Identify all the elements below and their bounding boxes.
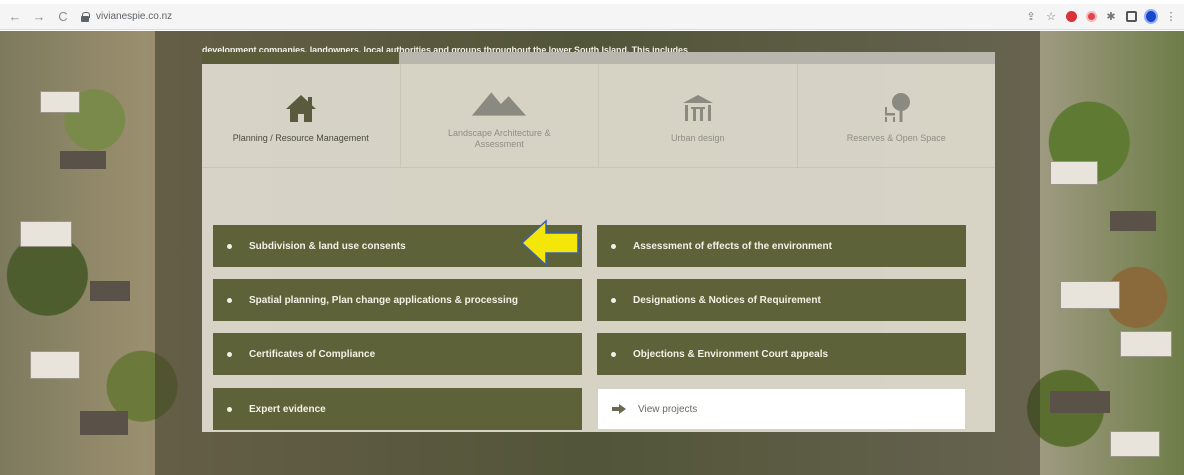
service-label: Expert evidence [249,403,326,415]
view-projects-label: View projects [638,403,698,415]
bullet-icon [611,297,616,303]
share-icon[interactable]: ⇪ [1024,10,1038,24]
reload-button[interactable]: C [54,8,72,26]
back-button[interactable]: ← [6,8,24,26]
browser-toolbar: ← → C vivianespie.co.nz ⇪ ☆ ✱ ⋮ [0,4,1184,30]
service-label: Assessment of effects of the environment [633,240,832,252]
service-item-assessment[interactable]: Assessment of effects of the environment [597,225,966,267]
address-bar[interactable]: vivianespie.co.nz [80,7,172,27]
forward-button[interactable]: → [30,8,48,26]
service-item-designations[interactable]: Designations & Notices of Requirement [597,279,966,321]
arrow-right-icon [612,404,626,414]
toolbar-icons: ⇪ ☆ ✱ ⋮ [1024,9,1184,24]
bg-roof [80,411,128,435]
tab-urban-design[interactable]: Urban design [599,64,798,167]
bg-roof [60,151,106,169]
service-item-objections[interactable]: Objections & Environment Court appeals [597,333,966,375]
profile-avatar[interactable] [1144,9,1158,24]
tab-label: Planning / Resource Management [232,133,369,143]
bg-roof [1110,211,1156,231]
bullet-icon [611,243,616,249]
extension-red-icon[interactable] [1064,10,1078,24]
bg-roof [90,281,130,301]
menu-icon[interactable]: ⋮ [1164,10,1178,24]
service-item-certificates[interactable]: Certificates of Compliance [213,333,582,375]
lock-icon [80,11,90,22]
service-item-expert-evidence[interactable]: Expert evidence [213,388,582,430]
bg-house [1120,331,1172,357]
extension-pocket-icon[interactable] [1084,10,1098,24]
sidepanel-icon[interactable] [1124,10,1138,24]
tab-label: Landscape Architecture & Assessment [447,127,551,149]
bg-house [40,91,80,113]
bullet-icon [227,351,232,357]
service-label: Spatial planning, Plan change applicatio… [249,294,518,306]
bg-roof [1050,391,1110,413]
tab-planning[interactable]: Planning / Resource Management [202,64,401,167]
bg-house [1060,281,1120,309]
service-label: Certificates of Compliance [249,348,376,360]
star-icon[interactable]: ☆ [1044,10,1058,24]
bullet-icon [611,351,616,357]
service-tabs: Planning / Resource Management Landscape… [202,64,995,168]
bg-house [20,221,72,247]
bullet-icon [227,297,232,303]
bg-house [30,351,80,379]
bullet-icon [227,406,232,412]
service-label: Objections & Environment Court appeals [633,348,829,360]
bullet-icon [227,243,232,249]
tree-bench-icon [885,93,911,122]
url-text: vivianespie.co.nz [96,11,173,22]
tab-label: Urban design [670,133,725,143]
view-projects-link[interactable]: View projects [597,388,966,430]
service-item-spatial-planning[interactable]: Spatial planning, Plan change applicatio… [213,279,582,321]
tab-reserves[interactable]: Reserves & Open Space [798,64,996,167]
yellow-pointer-arrow-icon [520,219,579,267]
mountain-icon [472,91,527,116]
bg-house [1050,161,1098,185]
service-label: Subdivision & land use consents [249,240,406,252]
puzzle-icon[interactable]: ✱ [1104,10,1118,24]
house-icon [285,95,316,122]
tab-label: Reserves & Open Space [846,133,946,143]
active-tab-indicator [202,52,399,64]
tab-landscape[interactable]: Landscape Architecture & Assessment [401,64,599,167]
bg-house [1110,431,1160,457]
building-icon [682,95,713,121]
service-label: Designations & Notices of Requirement [633,294,821,306]
